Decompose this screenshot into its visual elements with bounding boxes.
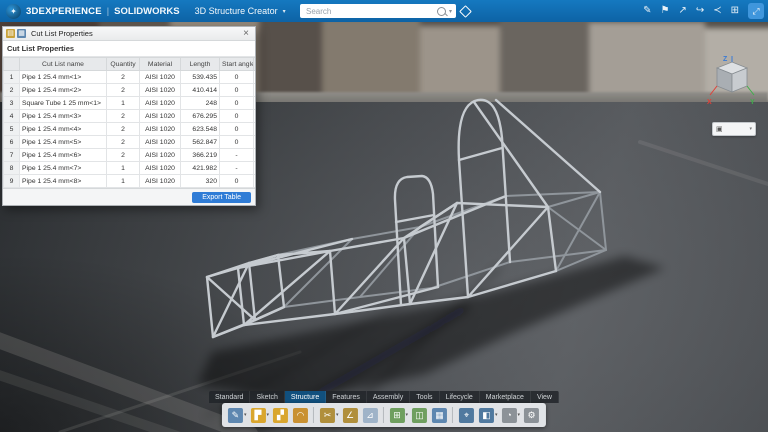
context-tabs: StandardSketchStructureFeaturesAssemblyT…	[209, 391, 559, 403]
view-settings-icon[interactable]: ⚙	[524, 408, 540, 423]
section-title: Cut List Properties	[3, 41, 255, 57]
table-row[interactable]: 6 Pipe 1 25.4 mm<5> 2 AISI 1020 562.847 …	[4, 136, 256, 149]
tab-marketplace[interactable]: Marketplace	[480, 391, 531, 403]
display-style-icon[interactable]: ◔▾	[502, 408, 521, 423]
panel-footer: Export Table	[3, 189, 255, 205]
tab-assembly[interactable]: Assembly	[367, 391, 410, 403]
apps-grid-icon[interactable]: ⊞	[731, 6, 739, 16]
tab-features[interactable]: Features	[326, 391, 367, 403]
cut-list-table-icon[interactable]: ▦	[432, 408, 448, 423]
col-quantity[interactable]: Quantity	[107, 58, 140, 71]
col-row-number	[4, 58, 20, 71]
curved-member-icon[interactable]: ◠	[293, 408, 309, 423]
table-row[interactable]: 3 Square Tube 1 25 mm<1> 1 AISI 1020 248…	[4, 97, 256, 110]
triad-z-label: Z	[723, 56, 728, 63]
product-logo: SOLIDWORKS	[114, 6, 179, 17]
tag-icon[interactable]	[458, 4, 472, 18]
table-row[interactable]: 8 Pipe 1 25.4 mm<7> 1 AISI 1020 421.982 …	[4, 162, 256, 175]
app-window: ✦ 3DEXPERIENCE | SOLIDWORKS 3D Structure…	[0, 0, 768, 432]
tab-view[interactable]: View	[531, 391, 559, 403]
compass-icon[interactable]: ✦	[6, 4, 21, 19]
view-selector[interactable]: ▣ ▾	[712, 122, 756, 136]
panel-title: Cut List Properties	[31, 29, 93, 38]
mirror-icon[interactable]: ◫	[412, 408, 428, 423]
sketch-icon[interactable]: ✎▾	[228, 408, 247, 423]
table-header-row: Cut List name Quantity Material Length S…	[4, 58, 256, 71]
toolbar-separator	[383, 407, 386, 423]
search-icon[interactable]	[437, 7, 446, 16]
close-icon[interactable]: ×	[240, 28, 252, 39]
toolbar-separator	[313, 407, 316, 423]
col-material[interactable]: Material	[140, 58, 181, 71]
table-row[interactable]: 9 Pipe 1 25.4 mm<8> 1 AISI 1020 320 0 0	[4, 175, 256, 188]
tab-structure[interactable]: Structure	[285, 391, 326, 403]
share-icon[interactable]: ↗	[678, 6, 686, 16]
cube-icon: ▣	[716, 125, 723, 133]
reply-icon[interactable]: ↪	[696, 6, 704, 16]
tab-sketch[interactable]: Sketch	[250, 391, 284, 403]
col-length[interactable]: Length	[181, 58, 220, 71]
app-title[interactable]: 3D Structure Creator	[195, 6, 278, 16]
export-table-button[interactable]: Export Table	[192, 192, 251, 203]
table-row[interactable]: 7 Pipe 1 25.4 mm<6> 2 AISI 1020 366.219 …	[4, 149, 256, 162]
fullscreen-icon[interactable]: ⤢	[748, 3, 764, 19]
tab-standard[interactable]: Standard	[209, 391, 250, 403]
tab-tools[interactable]: Tools	[410, 391, 439, 403]
table-row[interactable]: 1 Pipe 1 25.4 mm<1> 2 AISI 1020 539.435 …	[4, 71, 256, 84]
view-selector-caret-icon[interactable]: ▾	[749, 126, 752, 132]
collaboration-icon[interactable]: ≺	[713, 6, 721, 16]
table-tab-icon[interactable]: ▦	[17, 29, 26, 38]
app-title-caret-icon[interactable]: ▾	[283, 8, 286, 15]
pen-icon[interactable]: ✎	[643, 6, 651, 16]
section-view-icon[interactable]: ◧▾	[479, 408, 498, 423]
action-bar: ✎▾ ▛▾ ▞ ◠ ✂▾	[222, 403, 546, 427]
brand-divider: |	[107, 6, 109, 16]
cut-list-tab-icon[interactable]: ▤	[6, 29, 15, 38]
top-bar: ✦ 3DEXPERIENCE | SOLIDWORKS 3D Structure…	[0, 0, 768, 22]
search-options-caret-icon[interactable]: ▾	[449, 8, 452, 15]
top-bar-actions: ✎ ⚑ ↗ ↪ ≺ ⊞ ⤢	[643, 0, 764, 22]
corner-management-icon[interactable]: ∠	[343, 408, 359, 423]
triad-x-label: X	[707, 99, 712, 106]
table-row[interactable]: 5 Pipe 1 25.4 mm<4> 2 AISI 1020 623.548 …	[4, 123, 256, 136]
3d-viewport[interactable]: Z X Y ▣ ▾ ▤▦ Cut List Properties × Cut L…	[0, 22, 768, 432]
cut-list-panel: ▤▦ Cut List Properties × Cut List Proper…	[2, 26, 256, 206]
toolbar-separator	[452, 407, 455, 423]
col-cut-list-name[interactable]: Cut List name	[20, 58, 107, 71]
tab-lifecycle[interactable]: Lifecycle	[440, 391, 480, 403]
trim-icon[interactable]: ✂▾	[320, 408, 339, 423]
search-box[interactable]: ▾	[300, 4, 456, 18]
split-member-icon[interactable]: ⊿	[363, 408, 379, 423]
triad-cube[interactable]	[717, 62, 747, 92]
triad-y-label: Y	[750, 99, 755, 106]
pattern-icon[interactable]: ⊞▾	[390, 408, 409, 423]
primary-member-icon[interactable]: ▛▾	[250, 408, 269, 423]
table-row[interactable]: 4 Pipe 1 25.4 mm<3> 2 AISI 1020 676.295 …	[4, 110, 256, 123]
measure-icon[interactable]: ⌖	[459, 408, 475, 423]
brand-logo: 3DEXPERIENCE	[26, 6, 102, 17]
secondary-member-icon[interactable]: ▞	[273, 408, 289, 423]
table-row[interactable]: 2 Pipe 1 25.4 mm<2> 2 AISI 1020 410.414 …	[4, 84, 256, 97]
col-start-angle[interactable]: Start angle	[220, 58, 254, 71]
view-triad[interactable]: Z X Y	[706, 54, 758, 112]
search-input[interactable]	[304, 6, 434, 17]
panel-tab-icons: ▤▦	[6, 29, 26, 38]
flag-icon[interactable]: ⚑	[660, 6, 669, 16]
col-end-angle[interactable]: End angle	[254, 58, 256, 71]
panel-header: ▤▦ Cut List Properties ×	[3, 27, 255, 41]
cut-list-table[interactable]: Cut List name Quantity Material Length S…	[3, 57, 255, 189]
